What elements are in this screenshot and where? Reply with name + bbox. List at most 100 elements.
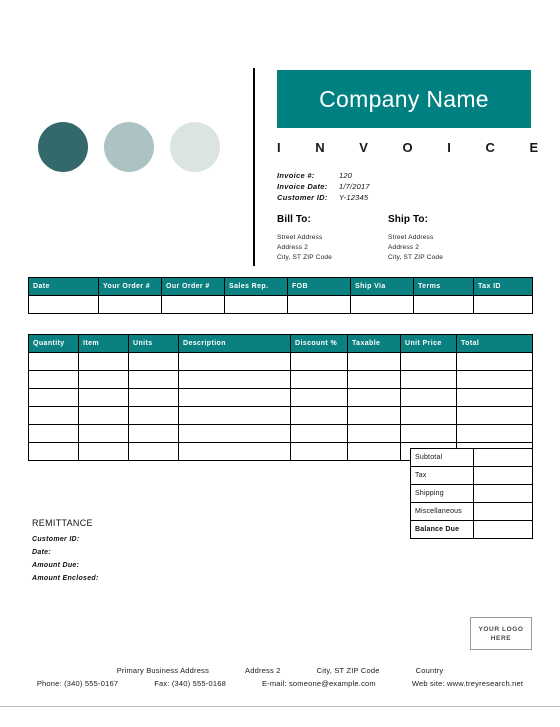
table-cell[interactable] bbox=[456, 388, 533, 407]
totals-label: Balance Due bbox=[410, 520, 474, 539]
table-cell[interactable] bbox=[28, 442, 79, 461]
table-cell[interactable] bbox=[456, 424, 533, 443]
ship-to-line: Address 2 bbox=[388, 244, 420, 251]
column-header: Ship Via bbox=[350, 277, 414, 296]
table-cell[interactable] bbox=[290, 442, 348, 461]
table-cell[interactable] bbox=[400, 424, 457, 443]
table-cell[interactable] bbox=[347, 388, 401, 407]
table-cell[interactable] bbox=[78, 370, 129, 389]
table-cell[interactable] bbox=[347, 370, 401, 389]
table-row bbox=[28, 406, 533, 425]
table-cell[interactable] bbox=[128, 442, 179, 461]
ship-to-line: City, ST ZIP Code bbox=[388, 254, 444, 261]
items-table-header-row: Quantity Item Units Description Discount % Ta… bbox=[28, 334, 533, 353]
totals-table: Subtotal Tax Shipping Miscellaneous Balance … bbox=[410, 448, 533, 539]
table-cell[interactable] bbox=[456, 406, 533, 425]
table-cell[interactable] bbox=[28, 352, 79, 371]
table-cell[interactable] bbox=[128, 424, 179, 443]
table-cell[interactable] bbox=[128, 352, 179, 371]
column-header: Description bbox=[178, 334, 291, 353]
invoice-meta: Invoice #: 120 Invoice Date: 1/7/2017 Cu… bbox=[277, 170, 370, 203]
table-cell[interactable] bbox=[98, 295, 162, 314]
bill-to-title: Bill To: bbox=[277, 214, 311, 225]
table-cell[interactable] bbox=[28, 388, 79, 407]
totals-row: Tax bbox=[410, 466, 533, 485]
totals-label: Miscellaneous bbox=[410, 502, 474, 521]
page-edge bbox=[0, 706, 560, 707]
totals-value[interactable] bbox=[473, 466, 533, 485]
table-cell[interactable] bbox=[78, 424, 129, 443]
table-cell[interactable] bbox=[347, 424, 401, 443]
table-cell[interactable] bbox=[28, 406, 79, 425]
totals-label: Shipping bbox=[410, 484, 474, 503]
table-row bbox=[28, 370, 533, 389]
totals-value[interactable] bbox=[473, 520, 533, 539]
meta-value: 120 bbox=[339, 171, 353, 180]
table-cell[interactable] bbox=[28, 424, 79, 443]
table-cell[interactable] bbox=[290, 388, 348, 407]
totals-value[interactable] bbox=[473, 448, 533, 467]
footer-phone: Phone: (340) 555-0167 bbox=[36, 679, 119, 688]
totals-row: Miscellaneous bbox=[410, 502, 533, 521]
table-cell[interactable] bbox=[347, 406, 401, 425]
table-cell[interactable] bbox=[178, 424, 291, 443]
table-cell[interactable] bbox=[290, 406, 348, 425]
table-cell[interactable] bbox=[347, 442, 401, 461]
table-cell[interactable] bbox=[456, 370, 533, 389]
totals-value[interactable] bbox=[473, 484, 533, 503]
table-cell[interactable] bbox=[78, 406, 129, 425]
invoice-page: Company Name I N V O I C E Invoice #: 12… bbox=[0, 0, 560, 727]
ship-to-line: Street Address bbox=[388, 234, 434, 241]
meta-label: Invoice Date: bbox=[277, 182, 328, 191]
table-cell[interactable] bbox=[290, 424, 348, 443]
footer-segment: Address 2 bbox=[245, 666, 281, 675]
table-cell[interactable] bbox=[78, 352, 129, 371]
table-cell[interactable] bbox=[78, 442, 129, 461]
table-cell[interactable] bbox=[178, 370, 291, 389]
table-cell[interactable] bbox=[178, 352, 291, 371]
table-cell[interactable] bbox=[347, 352, 401, 371]
table-cell[interactable] bbox=[413, 295, 474, 314]
footer: Primary Business Address Address 2 City,… bbox=[28, 664, 532, 690]
circle-mid-icon bbox=[104, 122, 154, 172]
table-cell[interactable] bbox=[28, 370, 79, 389]
table-cell[interactable] bbox=[178, 442, 291, 461]
table-cell[interactable] bbox=[161, 295, 225, 314]
table-cell[interactable] bbox=[128, 388, 179, 407]
table-cell[interactable] bbox=[350, 295, 414, 314]
bill-to-line: City, ST ZIP Code bbox=[277, 254, 333, 261]
logo-placeholder[interactable]: YOUR LOGO HERE bbox=[470, 617, 532, 650]
table-cell[interactable] bbox=[28, 295, 99, 314]
table-cell[interactable] bbox=[78, 388, 129, 407]
table-cell[interactable] bbox=[456, 352, 533, 371]
circle-light-icon bbox=[170, 122, 220, 172]
table-cell[interactable] bbox=[287, 295, 351, 314]
table-row bbox=[28, 352, 533, 371]
company-name: Company Name bbox=[319, 85, 489, 112]
remittance-title: REMITTANCE bbox=[32, 518, 93, 528]
table-cell[interactable] bbox=[290, 352, 348, 371]
table-cell[interactable] bbox=[400, 352, 457, 371]
meta-value: 1/7/2017 bbox=[339, 182, 370, 191]
column-header: Our Order # bbox=[161, 277, 225, 296]
table-cell[interactable] bbox=[400, 406, 457, 425]
table-cell[interactable] bbox=[290, 370, 348, 389]
table-row bbox=[28, 388, 533, 407]
column-header: Terms bbox=[413, 277, 474, 296]
table-cell[interactable] bbox=[224, 295, 288, 314]
column-header: Units bbox=[128, 334, 179, 353]
table-cell[interactable] bbox=[128, 370, 179, 389]
totals-value[interactable] bbox=[473, 502, 533, 521]
table-cell[interactable] bbox=[400, 370, 457, 389]
logo-line-2: HERE bbox=[490, 634, 512, 642]
table-cell[interactable] bbox=[128, 406, 179, 425]
table-cell[interactable] bbox=[400, 388, 457, 407]
vertical-divider bbox=[253, 68, 255, 266]
decorative-circles bbox=[38, 122, 228, 172]
table-cell[interactable] bbox=[473, 295, 533, 314]
order-table-body bbox=[28, 295, 533, 314]
footer-contact-row: Phone: (340) 555-0167 Fax: (340) 555-016… bbox=[28, 677, 532, 690]
column-header: Sales Rep. bbox=[224, 277, 288, 296]
table-cell[interactable] bbox=[178, 388, 291, 407]
table-cell[interactable] bbox=[178, 406, 291, 425]
